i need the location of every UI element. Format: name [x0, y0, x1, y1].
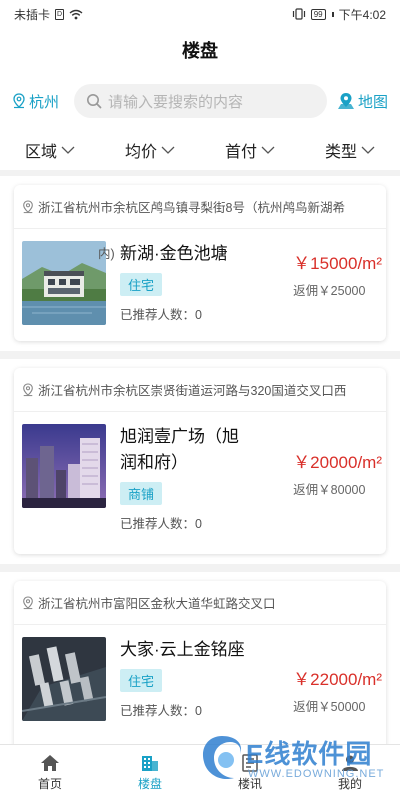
- listing-thumbnail[interactable]: [22, 424, 106, 508]
- chevron-down-icon: [61, 146, 75, 154]
- city-selector[interactable]: 杭州: [12, 91, 74, 112]
- nav-news[interactable]: 楼讯: [200, 745, 300, 800]
- filter-label: 均价: [124, 144, 157, 161]
- nav-label: 楼讯: [237, 776, 262, 791]
- listing-price: ￥15000/m²: [293, 254, 382, 273]
- bottom-nav: 首页 楼盘 楼讯 我的: [0, 744, 400, 800]
- listing-referral-count: 已推荐人数：0: [120, 308, 202, 322]
- listing-card-wrap: 浙江省杭州市富阳区金秋大道华虹路交叉口 大家·云上金铭座 住宅 已推荐人数：0 …: [0, 572, 400, 744]
- listing-rebate: 返佣￥25000: [293, 284, 366, 298]
- map-button[interactable]: 地图: [337, 91, 388, 112]
- search-row: 杭州 请输入要搜索的内容 地图: [0, 72, 400, 130]
- listing-card-wrap: 浙江省杭州市余杭区鸬鸟镇寻梨街8号（杭州鸬鸟新湖希 新湖·金色池塘 住宅 已推荐…: [0, 176, 400, 351]
- battery-icon: 99: [310, 8, 326, 20]
- listing-price: ￥20000/m²: [293, 453, 382, 472]
- filter-region[interactable]: 区域: [25, 138, 75, 162]
- location-pin-icon: [23, 595, 33, 609]
- search-placeholder: 请输入要搜索的内容: [108, 93, 244, 111]
- filter-bar: 区域 均价 首付 类型: [0, 130, 400, 170]
- filter-type[interactable]: 类型: [325, 138, 375, 162]
- listing-type-badge: 住宅: [120, 273, 163, 296]
- listing-price: ￥22000/m²: [293, 670, 382, 689]
- listing-address-text: 浙江省杭州市富阳区金秋大道华虹路交叉口: [38, 597, 276, 611]
- listing-card[interactable]: 浙江省杭州市余杭区鸬鸟镇寻梨街8号（杭州鸬鸟新湖希 新湖·金色池塘 住宅 已推荐…: [14, 185, 386, 341]
- chevron-down-icon: [361, 146, 375, 154]
- nav-label: 我的: [337, 776, 362, 791]
- filter-label: 区域: [24, 144, 57, 161]
- listing-thumbnail[interactable]: [22, 241, 106, 325]
- nav-label: 首页: [37, 776, 62, 791]
- nav-buildings[interactable]: 楼盘: [100, 745, 200, 800]
- listing-address: 浙江省杭州市余杭区鸬鸟镇寻梨街8号（杭州鸬鸟新湖希: [14, 185, 386, 229]
- listing-address: 浙江省杭州市富阳区金秋大道华虹路交叉口: [14, 581, 386, 625]
- listing-name: 旭润壹广场（旭润和府）: [120, 427, 239, 472]
- filter-label: 类型: [324, 144, 357, 161]
- profile-icon: [342, 755, 358, 771]
- clock: 下午4:02: [338, 7, 386, 22]
- carrier-label: 未插卡: [14, 7, 51, 22]
- listing-address: 浙江省杭州市余杭区崇贤街道运河路与320国道交叉口西: [14, 368, 386, 412]
- nav-label: 楼盘: [137, 776, 162, 791]
- nav-home[interactable]: 首页: [0, 745, 100, 800]
- header: 楼盘: [0, 28, 400, 72]
- status-bar: 未插卡 D 99 下午4:02: [0, 0, 400, 28]
- listing-type-badge: 商铺: [120, 482, 163, 505]
- location-pin-icon: [13, 93, 25, 109]
- filter-avg-price[interactable]: 均价: [125, 138, 175, 162]
- listing-referral-count: 已推荐人数：0: [120, 517, 202, 531]
- filter-label: 首付: [224, 144, 257, 161]
- map-label: 地图: [357, 93, 388, 111]
- search-input[interactable]: 请输入要搜索的内容: [74, 84, 327, 118]
- listing-address-text: 浙江省杭州市余杭区崇贤街道运河路与320国道交叉口西: [38, 384, 347, 398]
- listing-card[interactable]: 浙江省杭州市余杭区崇贤街道运河路与320国道交叉口西 旭润壹广场（旭润和府） 商…: [14, 368, 386, 554]
- location-pin-icon: [23, 199, 33, 213]
- location-pin-icon: [23, 382, 33, 396]
- battery-level: 99: [313, 9, 323, 19]
- nav-profile[interactable]: 我的: [300, 745, 400, 800]
- map-pin-icon: [337, 93, 354, 109]
- listing-overlap-text: 内): [98, 247, 115, 261]
- listing-card[interactable]: 浙江省杭州市富阳区金秋大道华虹路交叉口 大家·云上金铭座 住宅 已推荐人数：0 …: [14, 581, 386, 744]
- listing-thumbnail[interactable]: [22, 637, 106, 721]
- home-icon: [41, 754, 59, 771]
- search-icon: [87, 94, 102, 109]
- chevron-down-icon: [261, 146, 275, 154]
- listing-card-wrap: 浙江省杭州市余杭区崇贤街道运河路与320国道交叉口西 旭润壹广场（旭润和府） 商…: [0, 359, 400, 564]
- filter-down-payment[interactable]: 首付: [225, 138, 275, 162]
- listing-name: 新湖·金色池塘: [120, 244, 228, 263]
- listing-rebate: 返佣￥50000: [293, 700, 366, 714]
- sim-icon: D: [55, 8, 65, 20]
- listing-type-badge: 住宅: [120, 669, 163, 692]
- wifi-icon: [69, 9, 83, 19]
- building-icon: [142, 755, 158, 771]
- listing-address-text: 浙江省杭州市余杭区鸬鸟镇寻梨街8号（杭州鸬鸟新湖希: [38, 201, 345, 215]
- listing-rebate: 返佣￥80000: [293, 483, 366, 497]
- city-label: 杭州: [29, 93, 60, 111]
- listing-name: 大家·云上金铭座: [120, 640, 245, 659]
- page-title: 楼盘: [182, 41, 218, 61]
- listing-list: 浙江省杭州市余杭区鸬鸟镇寻梨街8号（杭州鸬鸟新湖希 新湖·金色池塘 住宅 已推荐…: [0, 176, 400, 744]
- vibrate-icon: [292, 8, 305, 20]
- news-icon: [242, 753, 258, 772]
- chevron-down-icon: [161, 146, 175, 154]
